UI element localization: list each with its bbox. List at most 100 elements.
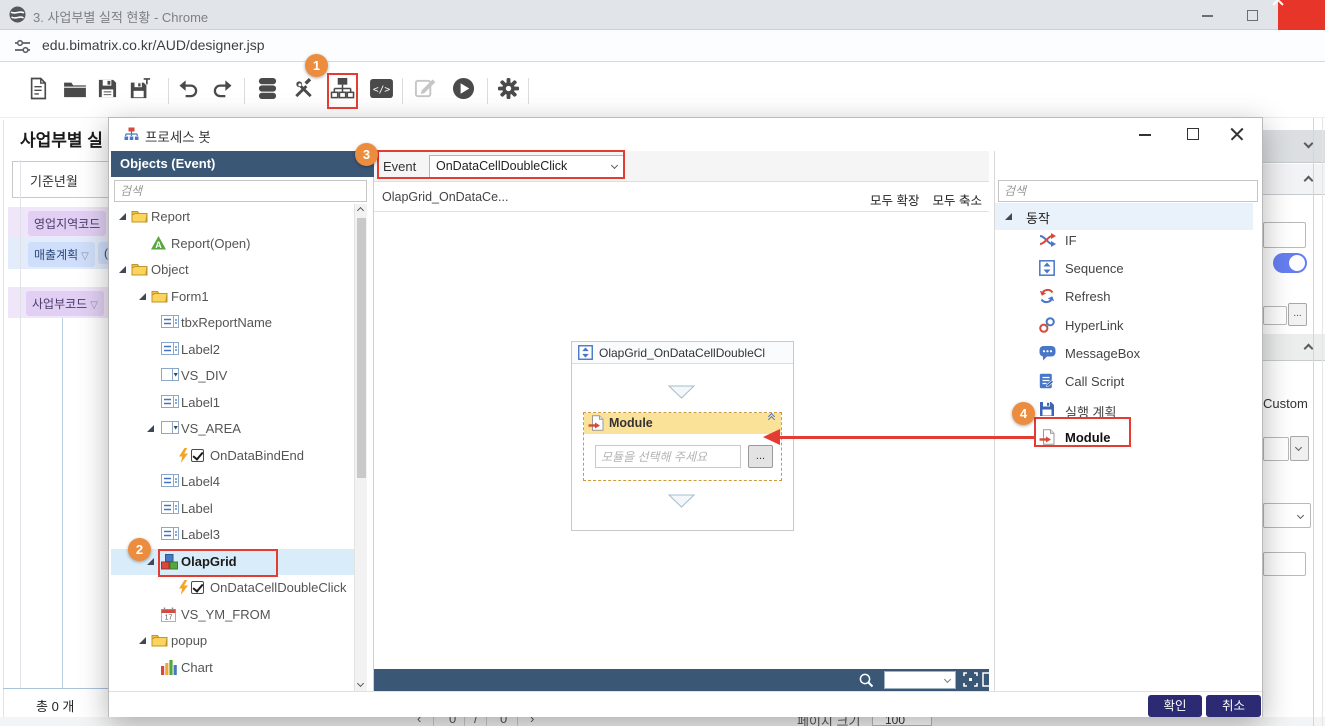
expanded-triangle-icon[interactable] xyxy=(147,425,154,432)
url-bar[interactable]: edu.bimatrix.co.kr/AUD/designer.jsp xyxy=(0,30,1325,62)
tree-scrollbar[interactable] xyxy=(354,204,367,691)
new-document-button[interactable] xyxy=(24,77,52,105)
property-input[interactable] xyxy=(1263,437,1289,461)
tree-item[interactable]: VS_AREA xyxy=(111,416,354,443)
tree-item[interactable]: popup xyxy=(111,628,354,655)
edit-button[interactable] xyxy=(411,77,439,105)
tree-item[interactable]: AReport(Open) xyxy=(111,231,354,258)
chevron-down-icon xyxy=(1297,512,1304,519)
chip-dept-code[interactable]: 사업부코드▽ xyxy=(26,291,104,316)
module-browse-button[interactable]: ... xyxy=(748,445,773,468)
tree-item[interactable]: Object xyxy=(111,257,354,284)
textbox-icon xyxy=(161,342,179,360)
ok-button[interactable]: 확인 xyxy=(1148,695,1202,717)
annotation-arrow xyxy=(779,436,1035,439)
collapse-all-link[interactable]: 모두 축소 xyxy=(933,190,982,209)
tree-item[interactable]: Label4 xyxy=(111,469,354,496)
expanded-triangle-icon[interactable] xyxy=(119,213,126,220)
tree-item[interactable]: Report xyxy=(111,204,354,231)
settings-button[interactable] xyxy=(494,77,522,105)
expanded-triangle-icon[interactable] xyxy=(147,558,154,565)
scrollbar-thumb[interactable] xyxy=(357,218,366,478)
url-text[interactable]: edu.bimatrix.co.kr/AUD/designer.jsp xyxy=(42,37,265,53)
tools-button[interactable] xyxy=(289,77,317,105)
toggle-switch[interactable] xyxy=(1273,253,1307,273)
maximize-icon[interactable] xyxy=(1247,10,1258,21)
undo-button[interactable] xyxy=(174,77,202,105)
tree-item-label: tbxReportName xyxy=(181,315,272,330)
event-block[interactable]: OlapGrid_OnDataCellDoubleCl Module ... xyxy=(571,341,794,531)
properties-section-header[interactable] xyxy=(1263,164,1325,195)
database-button[interactable] xyxy=(253,77,281,105)
collapse-node-icon[interactable] xyxy=(769,416,774,422)
action-item[interactable]: MessageBox xyxy=(995,340,1253,368)
run-button[interactable] xyxy=(449,77,477,105)
expanded-triangle-icon[interactable] xyxy=(119,266,126,273)
expanded-triangle-icon[interactable] xyxy=(139,637,146,644)
cancel-button[interactable]: 취소 xyxy=(1206,695,1261,717)
action-item[interactable]: HyperLink xyxy=(995,312,1253,340)
open-folder-button[interactable] xyxy=(61,77,89,105)
minimize-icon[interactable] xyxy=(1202,15,1213,17)
chip-sales-plan[interactable]: 매출계획▽ xyxy=(28,242,95,267)
tree-item[interactable]: Form1 xyxy=(111,284,354,311)
tree-item[interactable]: OnDataCellDoubleClick xyxy=(111,575,354,602)
save-as-button[interactable] xyxy=(126,77,154,105)
module-select-input[interactable] xyxy=(595,445,741,468)
properties-section-header[interactable] xyxy=(1263,334,1325,361)
flow-editor: Event OnDataCellDoubleClick OlapGrid_OnD… xyxy=(374,151,989,691)
tree-item[interactable]: Label2 xyxy=(111,337,354,364)
properties-section-header[interactable] xyxy=(1263,130,1325,163)
tree-item[interactable]: tbxReportName xyxy=(111,310,354,337)
dialog-maximize-icon[interactable] xyxy=(1187,128,1199,140)
property-select[interactable] xyxy=(1263,503,1311,528)
actions-search-input[interactable] xyxy=(998,180,1258,202)
tree-item[interactable]: Label1 xyxy=(111,390,354,417)
more-button[interactable]: ... xyxy=(1288,303,1307,326)
chip-region[interactable]: 영업지역코드 xyxy=(28,211,106,236)
calendar-icon: 17 xyxy=(161,607,176,627)
action-item[interactable]: Call Script xyxy=(995,368,1253,396)
action-item[interactable]: IF xyxy=(995,227,1253,255)
save-as-icon xyxy=(129,78,151,105)
save-button[interactable] xyxy=(93,77,121,105)
close-icon[interactable] xyxy=(1278,0,1325,30)
expand-all-link[interactable]: 모두 확장 xyxy=(870,190,919,209)
tree-item[interactable]: Label xyxy=(111,496,354,523)
property-input[interactable] xyxy=(1263,306,1287,325)
property-input[interactable] xyxy=(1263,552,1306,576)
tree-item[interactable]: Chart xyxy=(111,655,354,682)
action-item[interactable]: Refresh xyxy=(995,283,1253,311)
fit-screen-icon[interactable] xyxy=(963,672,978,692)
filter-funnel-icon[interactable]: ▽ xyxy=(90,300,98,311)
event-checkbox[interactable] xyxy=(191,581,204,594)
step-badge-3: 3 xyxy=(355,143,378,166)
designer-toolbar: </> xyxy=(0,62,1325,118)
dialog-minimize-icon[interactable] xyxy=(1139,134,1151,136)
dialog-close-icon[interactable] xyxy=(1229,126,1245,142)
tree-item-label: popup xyxy=(171,633,207,648)
event-block-header[interactable]: OlapGrid_OnDataCellDoubleCl xyxy=(572,342,793,364)
property-input[interactable] xyxy=(1263,222,1306,248)
zoom-level-select[interactable] xyxy=(884,671,956,689)
tree-item[interactable]: VS_DIV xyxy=(111,363,354,390)
tree-item[interactable]: OnDataBindEnd xyxy=(111,443,354,470)
tree-item-label: Chart xyxy=(181,660,213,675)
scroll-up-icon[interactable] xyxy=(357,207,364,214)
expanded-triangle-icon[interactable] xyxy=(139,293,146,300)
filter-funnel-icon[interactable]: ▽ xyxy=(81,251,89,262)
event-checkbox[interactable] xyxy=(191,449,204,462)
objects-search-input[interactable] xyxy=(114,180,367,202)
module-node[interactable]: Module ... xyxy=(583,412,782,481)
redo-button[interactable] xyxy=(208,77,236,105)
flow-canvas[interactable]: OlapGrid_OnDataCellDoubleCl Module ... xyxy=(374,212,989,669)
action-item[interactable]: Sequence xyxy=(995,255,1253,283)
code-button[interactable]: </> xyxy=(367,77,395,105)
dropdown-button[interactable] xyxy=(1290,436,1309,461)
site-settings-icon[interactable] xyxy=(14,39,31,59)
tree-item[interactable]: 17VS_YM_FROM xyxy=(111,602,354,629)
module-node-header[interactable]: Module xyxy=(584,413,781,434)
zoom-search-icon[interactable] xyxy=(858,672,874,693)
actions-group-row[interactable]: 동작 xyxy=(995,203,1253,230)
scroll-down-icon[interactable] xyxy=(357,680,364,687)
